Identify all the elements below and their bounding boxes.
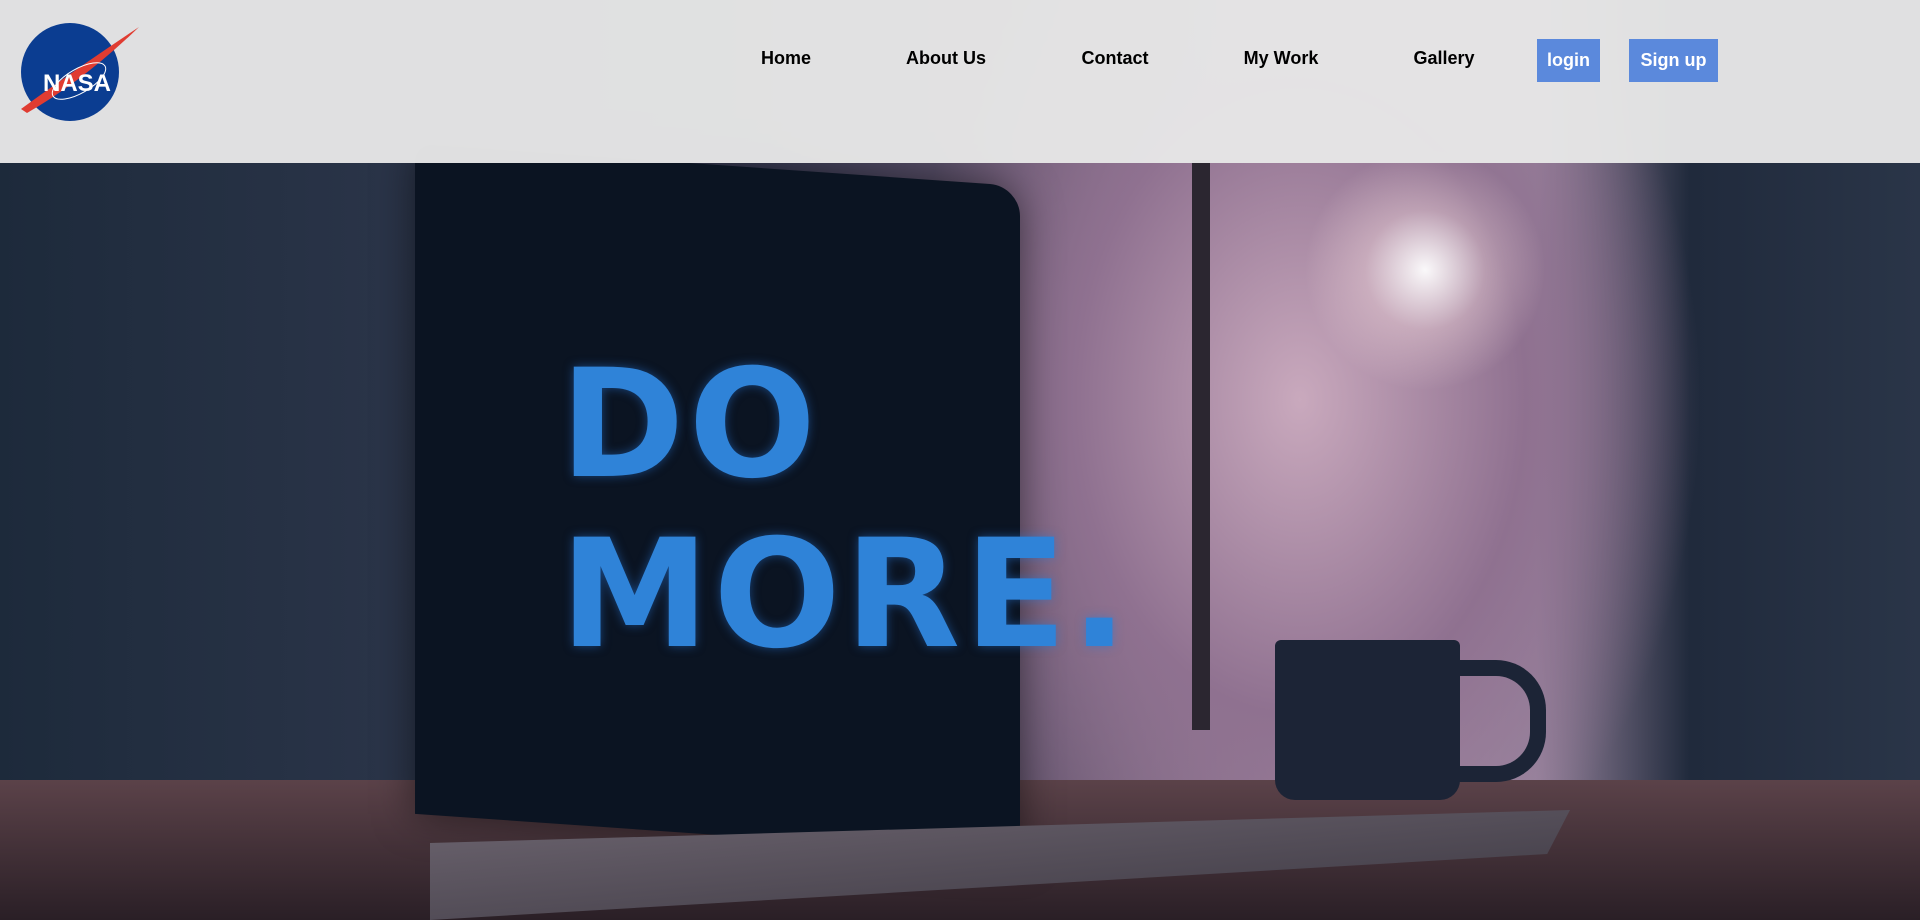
login-button[interactable]: login <box>1537 39 1600 82</box>
nav-contact[interactable]: Contact <box>1082 48 1149 69</box>
nav-about-us[interactable]: About Us <box>906 48 986 69</box>
screen-text-line2: MORE. <box>560 508 1132 682</box>
signup-button[interactable]: Sign up <box>1629 39 1718 82</box>
nav-gallery[interactable]: Gallery <box>1413 48 1474 69</box>
nasa-logo[interactable]: NASA <box>21 23 139 121</box>
site-header: NASA Home About Us Contact My Work Galle… <box>0 0 1920 163</box>
nav-my-work[interactable]: My Work <box>1244 48 1319 69</box>
hero-screen-text: DO MORE. <box>560 340 1132 680</box>
nasa-logo-icon: NASA <box>21 27 139 113</box>
nav-home[interactable]: Home <box>761 48 811 69</box>
coffee-mug <box>1275 640 1460 800</box>
mug-handle <box>1450 660 1546 782</box>
svg-text:NASA: NASA <box>43 70 111 97</box>
lamp-pole <box>1192 160 1210 730</box>
screen-text-line1: DO <box>560 338 821 512</box>
